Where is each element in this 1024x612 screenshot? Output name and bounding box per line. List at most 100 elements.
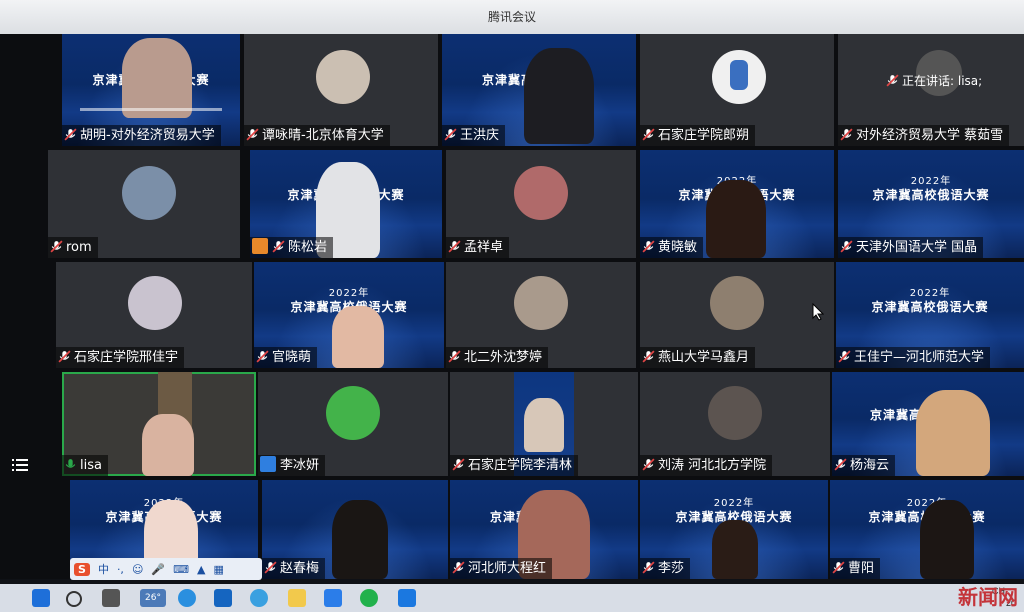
participant-name: 天津外国语大学 国晶	[856, 240, 978, 255]
mic-muted-icon	[452, 458, 465, 471]
speaking-indicator: 正在讲话: lisa;	[886, 72, 982, 89]
avatar	[128, 276, 182, 330]
video-tile[interactable]: 李冰妍	[258, 372, 448, 476]
participant-video	[142, 414, 194, 476]
participant-name: 北二外沈梦婷	[464, 350, 543, 365]
word-icon[interactable]	[324, 589, 342, 607]
voice-icon[interactable]: 🎤	[151, 563, 165, 576]
member-list-icon[interactable]	[12, 458, 28, 472]
search-icon[interactable]	[66, 591, 82, 607]
video-tile[interactable]: 京津冀高 杨海云	[832, 372, 1024, 476]
ime-toolbar[interactable]: S 中 ·, ☺ 🎤 ⌨ ▲ ▦	[70, 558, 262, 580]
mic-muted-icon	[272, 240, 285, 253]
windows-start-icon[interactable]	[32, 589, 50, 607]
video-tile[interactable]: rom	[48, 150, 240, 258]
mail-icon[interactable]	[214, 589, 232, 607]
video-tile[interactable]: 京津冀高 王洪庆	[442, 34, 636, 146]
video-tile[interactable]: 2022年 京津冀高校俄语大赛 天津外国语大学 国晶	[838, 150, 1024, 258]
video-tile[interactable]: 2022年 京津冀高校俄语大赛 曹阳	[830, 480, 1024, 579]
mic-muted-icon	[264, 561, 277, 574]
participant-name: 曹阳	[848, 561, 875, 576]
edge-browser-icon[interactable]	[178, 589, 196, 607]
participant-video	[332, 306, 384, 368]
wechat-icon[interactable]	[360, 589, 378, 607]
mic-muted-icon	[452, 561, 465, 574]
video-tile[interactable]: 2022年 京津冀高校俄语大赛 官晓萌	[254, 262, 444, 368]
video-tile[interactable]: 石家庄学院郎朔	[640, 34, 834, 146]
avatar	[326, 386, 380, 440]
participant-name: 石家庄学院郎朔	[658, 128, 750, 143]
participant-nameplate: 王佳宁—河北师范大学	[836, 347, 991, 368]
participant-nameplate: 北二外沈梦婷	[446, 347, 549, 368]
video-tile[interactable]: 2022年 京津冀高校俄语大赛 黄晓敏	[640, 150, 834, 258]
participant-nameplate: 河北师大程红	[450, 558, 553, 579]
video-tile[interactable]: 京津冀 河北师大程红	[450, 480, 638, 579]
mic-active-icon	[65, 459, 76, 468]
participant-video	[524, 398, 564, 452]
video-tile[interactable]: 京津冀高校俄语大赛 胡明-对外经济贸易大学	[62, 34, 240, 146]
video-tile[interactable]: 石家庄学院邢佳宇	[56, 262, 252, 368]
task-view-icon[interactable]	[102, 589, 120, 607]
video-tile[interactable]: 俄语 石家庄学院李清林	[450, 372, 638, 476]
participant-name: 对外经济贸易大学 蔡茹雪	[856, 128, 1004, 143]
video-tile[interactable]: 孟祥卓	[446, 150, 636, 258]
video-tile[interactable]: 燕山大学马鑫月	[640, 262, 834, 368]
video-tile[interactable]: 北二外沈梦婷	[446, 262, 636, 368]
file-explorer-icon[interactable]	[288, 589, 306, 607]
participant-nameplate: 王洪庆	[442, 125, 506, 146]
mic-muted-icon	[64, 128, 77, 141]
tencent-meeting-icon[interactable]	[398, 589, 416, 607]
participant-nameplate: 李冰妍	[258, 455, 326, 476]
participant-nameplate: 谭咏晴-北京体育大学	[244, 125, 390, 146]
video-tile[interactable]: 2022年 京津冀高校俄语大赛 王佳宁—河北师范大学	[836, 262, 1024, 368]
participant-video	[524, 48, 594, 144]
ime-mode[interactable]: 中	[98, 561, 109, 577]
participant-video	[122, 38, 192, 118]
participant-nameplate: 赵春梅	[262, 558, 326, 579]
banner-year: 2022年	[328, 288, 370, 299]
participant-nameplate: 杨海云	[832, 455, 896, 476]
mic-muted-icon	[444, 128, 457, 141]
monitor-frame: 腾讯会议 京津冀高校俄语大赛 胡明-对外经济贸易大学 谭咏晴-北京体育大学 京津…	[0, 0, 1024, 612]
keyboard-icon[interactable]: ⌨	[173, 563, 189, 576]
video-tile[interactable]: 赵春梅	[262, 480, 448, 579]
participant-name: rom	[66, 240, 92, 255]
mic-muted-icon	[832, 561, 845, 574]
apps-icon[interactable]: ▦	[213, 563, 223, 576]
participant-name: 王洪庆	[460, 128, 500, 143]
participant-video	[916, 390, 990, 476]
participant-name: 杨海云	[850, 458, 890, 473]
speaking-label: 正在讲话: lisa;	[902, 74, 983, 88]
video-tile[interactable]: 京津冀高校俄语大赛 陈松岩	[250, 150, 442, 258]
video-tile[interactable]: 正在讲话: lisa; 对外经济贸易大学 蔡茹雪	[838, 34, 1024, 146]
video-tile[interactable]: 刘涛 河北北方学院	[640, 372, 830, 476]
video-tile[interactable]: 谭咏晴-北京体育大学	[244, 34, 438, 146]
participant-nameplate: 燕山大学马鑫月	[640, 347, 756, 368]
sogou-ime-icon[interactable]: S	[74, 562, 90, 576]
participant-nameplate: 官晓萌	[254, 347, 318, 368]
participant-nameplate: lisa	[62, 455, 108, 476]
mic-muted-icon	[448, 350, 461, 363]
participant-name: 谭咏晴-北京体育大学	[262, 128, 384, 143]
mic-muted-icon	[50, 240, 63, 253]
participant-name: 官晓萌	[272, 350, 312, 365]
mic-muted-icon	[642, 128, 655, 141]
avatar	[708, 386, 762, 440]
mic-muted-icon	[642, 458, 655, 471]
participant-video	[706, 180, 766, 258]
participant-name: 王佳宁—河北师范大学	[854, 350, 985, 365]
skin-icon[interactable]: ▲	[197, 563, 205, 576]
banner-year: 2022年	[713, 498, 755, 509]
watermark-logo: 新闻网	[958, 585, 1018, 609]
video-tile[interactable]: 2022年 京津冀高校俄语大赛 李莎	[640, 480, 828, 579]
weather-widget[interactable]: 26°	[140, 589, 166, 607]
video-tile-active-speaker[interactable]: lisa	[62, 372, 256, 476]
window-title: 腾讯会议	[0, 0, 1024, 34]
participant-nameplate: 孟祥卓	[446, 237, 510, 258]
ime-punct[interactable]: ·,	[117, 563, 124, 576]
emoji-icon[interactable]: ☺	[132, 563, 143, 576]
participant-name: lisa	[80, 458, 102, 473]
mic-muted-icon	[642, 561, 655, 574]
ie-icon[interactable]	[250, 589, 268, 607]
banner-year: 2022年	[909, 288, 951, 299]
